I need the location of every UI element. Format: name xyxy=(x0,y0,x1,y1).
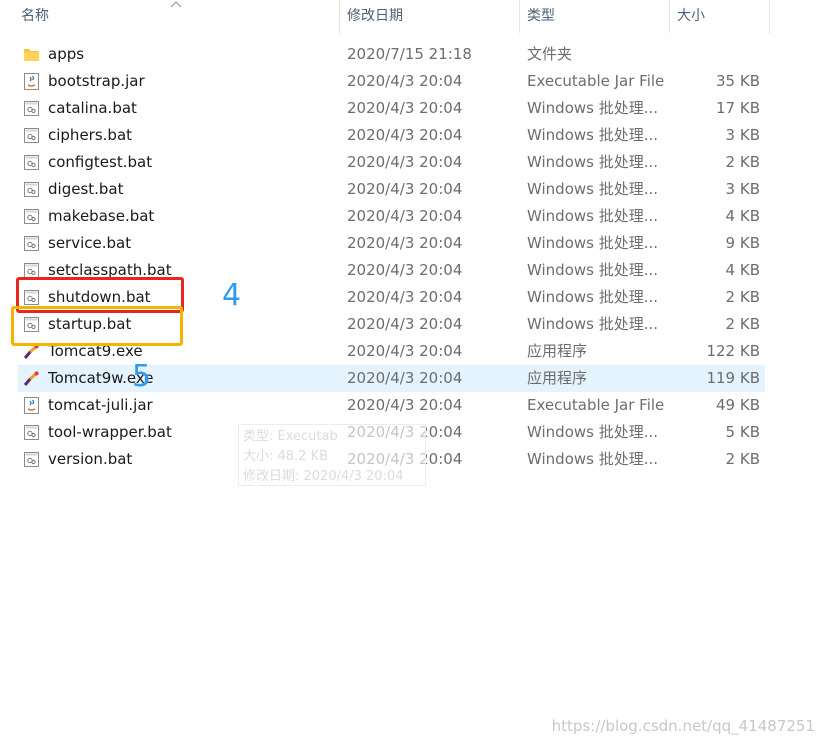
bat-icon xyxy=(22,99,41,118)
file-size: 17 KB xyxy=(716,99,760,117)
file-row[interactable]: Tomcat9w.exe 2020/4/3 20:04 应用程序 119 KB xyxy=(18,365,765,392)
file-size: 119 KB xyxy=(706,369,760,387)
file-date: 2020/4/3 20:04 xyxy=(347,342,463,360)
file-size: 5 KB xyxy=(725,423,760,441)
file-name: makebase.bat xyxy=(48,207,155,225)
annotation-number-5: 5 xyxy=(132,359,152,394)
file-name: ciphers.bat xyxy=(48,126,133,144)
tomcat-exe-icon xyxy=(22,369,41,388)
file-name: version.bat xyxy=(48,450,133,468)
watermark: https://blog.csdn.net/qq_41487251 xyxy=(551,717,815,735)
file-date: 2020/4/3 20:04 xyxy=(347,99,463,117)
column-divider[interactable] xyxy=(519,0,520,33)
tooltip-type: 类型: Executab xyxy=(243,429,338,444)
file-name: service.bat xyxy=(48,234,132,252)
file-row[interactable]: configtest.bat 2020/4/3 20:04 Windows 批处… xyxy=(18,149,765,176)
file-date: 2020/4/3 20:04 xyxy=(347,369,463,387)
column-divider[interactable] xyxy=(339,0,340,33)
file-size: 2 KB xyxy=(725,315,760,333)
bat-icon xyxy=(22,207,41,226)
file-type: Windows 批处理... xyxy=(527,99,659,117)
sort-ascending-icon xyxy=(170,1,182,8)
annotation-number-4: 4 xyxy=(222,278,242,313)
bat-icon xyxy=(22,423,41,442)
file-size: 122 KB xyxy=(706,342,760,360)
tooltip-modified: 修改日期: 2020/4/3 20:04 xyxy=(243,469,404,484)
file-size: 2 KB xyxy=(725,450,760,468)
file-tooltip: 类型: Executab 大小: 48.2 KB 修改日期: 2020/4/3 … xyxy=(238,424,426,486)
file-date: 2020/4/3 20:04 xyxy=(347,126,463,144)
column-header-type[interactable]: 类型 xyxy=(527,0,555,33)
file-size: 35 KB xyxy=(716,72,760,90)
file-date: 2020/4/3 20:04 xyxy=(347,288,463,306)
annotation-highlight-yellow xyxy=(11,306,183,346)
file-type: Windows 批处理... xyxy=(527,180,659,198)
bat-icon xyxy=(22,153,41,172)
file-type: Windows 批处理... xyxy=(527,126,659,144)
file-row[interactable]: apps 2020/7/15 21:18 文件夹 xyxy=(18,41,765,68)
file-type: 应用程序 xyxy=(527,342,588,360)
file-date: 2020/4/3 20:04 xyxy=(347,261,463,279)
bat-icon xyxy=(22,234,41,253)
file-row[interactable]: makebase.bat 2020/4/3 20:04 Windows 批处理.… xyxy=(18,203,765,230)
file-date: 2020/7/15 21:18 xyxy=(347,45,472,63)
file-date: 2020/4/3 20:04 xyxy=(347,207,463,225)
file-row[interactable]: ciphers.bat 2020/4/3 20:04 Windows 批处理..… xyxy=(18,122,765,149)
folder-icon xyxy=(22,45,41,64)
file-type: Windows 批处理... xyxy=(527,423,659,441)
file-size: 4 KB xyxy=(725,207,760,225)
file-row[interactable]: catalina.bat 2020/4/3 20:04 Windows 批处理.… xyxy=(18,95,765,122)
file-type: Windows 批处理... xyxy=(527,315,659,333)
tooltip-size: 大小: 48.2 KB xyxy=(243,449,329,464)
column-header-date[interactable]: 修改日期 xyxy=(347,0,403,33)
file-size: 49 KB xyxy=(716,396,760,414)
file-type: Executable Jar File xyxy=(527,396,665,414)
file-size: 3 KB xyxy=(725,126,760,144)
file-type: Windows 批处理... xyxy=(527,234,659,252)
file-row[interactable]: digest.bat 2020/4/3 20:04 Windows 批处理...… xyxy=(18,176,765,203)
file-type: Executable Jar File xyxy=(527,72,665,90)
file-date: 2020/4/3 20:04 xyxy=(347,72,463,90)
file-size: 2 KB xyxy=(725,288,760,306)
file-type: Windows 批处理... xyxy=(527,288,659,306)
file-row[interactable]: service.bat 2020/4/3 20:04 Windows 批处理..… xyxy=(18,230,765,257)
file-type: 文件夹 xyxy=(527,45,573,63)
file-size: 9 KB xyxy=(725,234,760,252)
file-type: Windows 批处理... xyxy=(527,207,659,225)
jar-icon xyxy=(22,72,41,91)
file-row[interactable]: bootstrap.jar 2020/4/3 20:04 Executable … xyxy=(18,68,765,95)
bat-icon xyxy=(22,126,41,145)
file-name: tool-wrapper.bat xyxy=(48,423,172,441)
file-date: 2020/4/3 20:04 xyxy=(347,315,463,333)
file-name: bootstrap.jar xyxy=(48,72,145,90)
file-type: Windows 批处理... xyxy=(527,450,659,468)
file-date: 2020/4/3 20:04 xyxy=(347,234,463,252)
file-type: 应用程序 xyxy=(527,369,588,387)
file-type: Windows 批处理... xyxy=(527,261,659,279)
column-header-size[interactable]: 大小 xyxy=(677,0,705,33)
file-size: 2 KB xyxy=(725,153,760,171)
file-name: configtest.bat xyxy=(48,153,153,171)
bat-icon xyxy=(22,450,41,469)
file-row[interactable]: tomcat-juli.jar 2020/4/3 20:04 Executabl… xyxy=(18,392,765,419)
column-header-name[interactable]: 名称 xyxy=(21,0,49,33)
column-header-bar: 名称 修改日期 类型 大小 xyxy=(0,0,821,33)
file-date: 2020/4/3 20:04 xyxy=(347,396,463,414)
file-size: 4 KB xyxy=(725,261,760,279)
file-size: 3 KB xyxy=(725,180,760,198)
file-name: apps xyxy=(48,45,85,63)
bat-icon xyxy=(22,180,41,199)
jar-icon xyxy=(22,396,41,415)
column-divider[interactable] xyxy=(769,0,770,33)
file-date: 2020/4/3 20:04 xyxy=(347,153,463,171)
file-name: tomcat-juli.jar xyxy=(48,396,153,414)
column-divider[interactable] xyxy=(669,0,670,33)
file-type: Windows 批处理... xyxy=(527,153,659,171)
file-name: digest.bat xyxy=(48,180,124,198)
file-date: 2020/4/3 20:04 xyxy=(347,180,463,198)
file-name: catalina.bat xyxy=(48,99,137,117)
